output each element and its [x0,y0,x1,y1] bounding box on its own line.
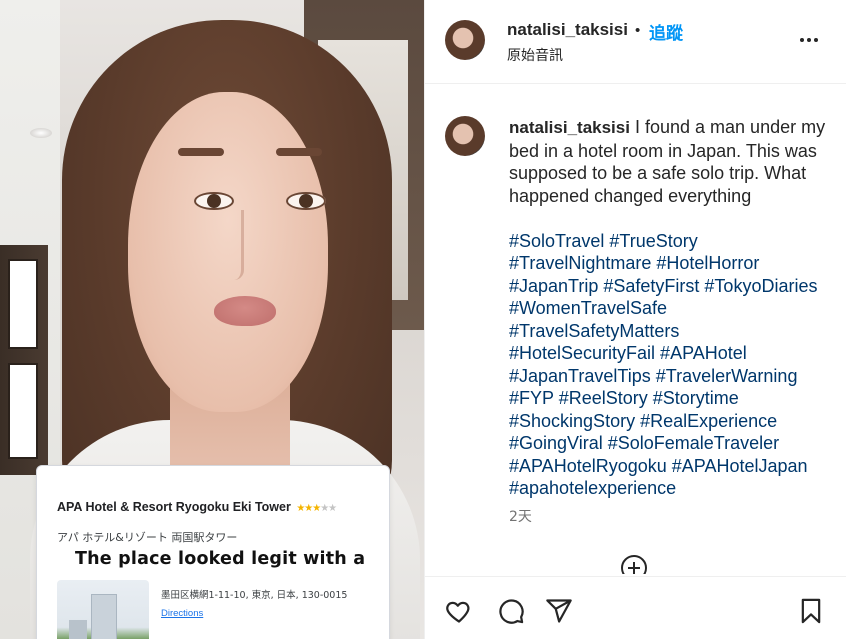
stars-filled: ★★★ [296,503,321,514]
right-eyebrow [276,148,322,156]
left-eyebrow [178,148,224,156]
original-audio-link[interactable]: 原始音訊 [507,45,563,65]
ceiling-light [30,128,52,138]
separator-dot: • [635,22,641,39]
person-lips [214,296,276,326]
hashtag-list: #SoloTravel #TrueStory #TravelNightmare #… [509,230,839,500]
hotel-photo [57,580,149,639]
author-avatar[interactable] [445,20,485,60]
hashtag-line[interactable]: #JapanTrip #SafetyFirst #TokyoDiaries [509,275,839,298]
hotel-name: APA Hotel & Resort Ryogoku Eki Tower ★★★… [57,500,337,514]
hotel-info-card: APA Hotel & Resort Ryogoku Eki Tower ★★★… [36,465,390,639]
bookmark-icon[interactable] [797,597,825,625]
hashtag-line[interactable]: #GoingViral #SoloFemaleTraveler [509,432,839,455]
post-video[interactable]: APA Hotel & Resort Ryogoku Eki Tower ★★★… [0,0,424,639]
post-panel: natalisi_taksisi • 追蹤 原始音訊 natalisi_taks… [424,0,846,639]
hotel-address: 墨田区横網1-11-10, 東京, 日本, 130-0015 [161,590,348,601]
caption-comment: natalisi_taksisi I found a man under my … [425,84,846,574]
hashtag-line[interactable]: #FYP #ReelStory #Storytime [509,387,839,410]
hashtag-line[interactable]: #WomenTravelSafe [509,297,839,320]
directions-link: Directions [161,608,204,619]
comment-icon[interactable] [497,597,525,625]
hashtag-line[interactable]: #apahotelexperience [509,477,839,500]
hashtag-line[interactable]: #SoloTravel #TrueStory [509,230,839,253]
hashtag-line[interactable]: #TravelNightmare #HotelHorror [509,252,839,275]
hotel-name-japanese: アパ ホテル&リゾート 両国駅タワー [57,531,238,544]
caption-body: natalisi_taksisi I found a man under my … [509,116,839,500]
right-eye [286,192,326,210]
hashtag-line[interactable]: #JapanTravelTips #TravelerWarning [509,365,839,388]
heart-icon[interactable] [445,597,473,625]
left-eye [194,192,234,210]
caption-author-username[interactable]: natalisi_taksisi [509,118,630,137]
hashtag-line[interactable]: #TravelSafetyMatters [509,320,839,343]
more-options-icon[interactable] [797,28,821,56]
follow-button[interactable]: 追蹤 [649,19,683,44]
post-header: natalisi_taksisi • 追蹤 原始音訊 [425,0,846,84]
stars-empty: ★★ [320,503,337,514]
background-door [0,245,48,475]
add-circle-icon[interactable] [620,554,648,574]
share-icon[interactable] [545,597,573,625]
hashtag-line[interactable]: #ShockingStory #RealExperience [509,410,839,433]
post-timestamp[interactable]: 2天 [509,506,532,526]
hashtag-line[interactable]: #APAHotelRyogoku #APAHotelJapan [509,455,839,478]
caption-author-avatar[interactable] [445,116,485,156]
video-overlay-caption: The place looked legit with a [75,549,366,569]
action-bar [425,576,846,639]
hotel-name-text: APA Hotel & Resort Ryogoku Eki Tower [57,500,291,514]
hotel-rating-stars: ★★★★★ [296,503,337,514]
person-nose [220,210,244,280]
author-username[interactable]: natalisi_taksisi [507,20,628,40]
hashtag-line[interactable]: #HotelSecurityFail #APAHotel [509,342,839,365]
